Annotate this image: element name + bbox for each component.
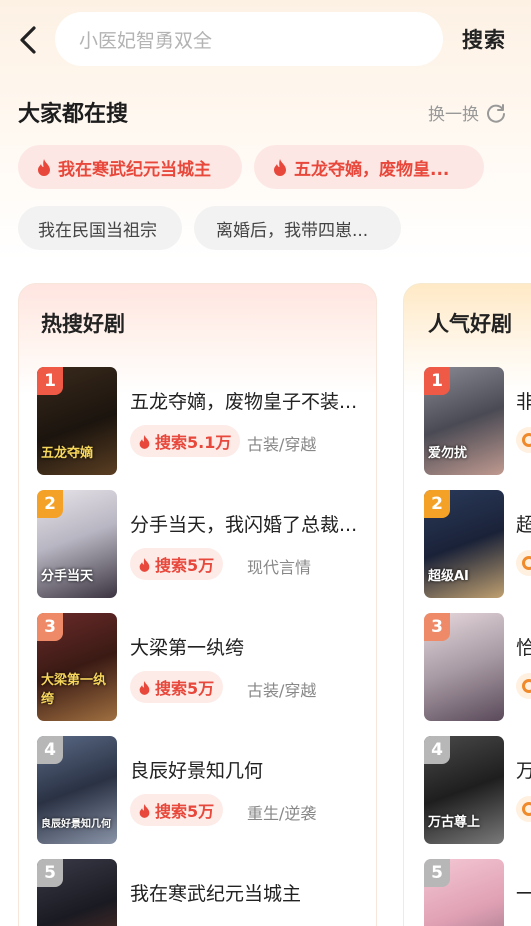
rank-badge: 1 xyxy=(37,367,63,395)
drama-poster: 我在 5 xyxy=(37,859,117,926)
rank-badge: 4 xyxy=(37,736,63,764)
search-count: 搜索5万 xyxy=(155,802,215,821)
drama-item[interactable]: 五龙夺嫡 1 五龙夺嫡，废物皇子不装... 搜索5.1万 古装/穿越 xyxy=(37,367,367,475)
drama-title: 良辰好景知几何 xyxy=(130,760,264,782)
popular-item[interactable]: 3 恰 xyxy=(424,613,531,721)
play-icon xyxy=(516,427,531,453)
drama-title: 万 xyxy=(516,756,531,783)
rank-badge: 5 xyxy=(424,859,450,887)
hot-chip-1[interactable]: 我在寒武纪元当城主 xyxy=(18,145,242,189)
popular-item[interactable]: 5 一 xyxy=(424,859,531,926)
search-chip-3[interactable]: 我在民国当祖宗 xyxy=(18,206,182,250)
drama-title: 大梁第一纨绔 xyxy=(130,637,245,659)
drama-title: 超 xyxy=(516,510,531,537)
refresh-button[interactable]: 换一换 xyxy=(428,100,507,125)
drama-title: 非 xyxy=(516,387,531,414)
drama-poster: 3 xyxy=(424,613,504,721)
rank-badge: 4 xyxy=(424,736,450,764)
drama-title: 一 xyxy=(516,879,531,906)
drama-poster: 超级AI 2 xyxy=(424,490,504,598)
drama-poster: 5 xyxy=(424,859,504,926)
search-count: 搜索5万 xyxy=(155,679,215,698)
popular-dramas-card: 人气好剧 爱勿扰 1 非 超级AI 2 超 3 恰 万古尊上 4 万 xyxy=(403,283,531,926)
drama-poster: 大梁第一纨绔 3 xyxy=(37,613,117,721)
drama-genre: 现代言情 xyxy=(247,558,312,577)
play-icon xyxy=(516,796,531,822)
fire-icon xyxy=(274,159,286,176)
search-count-badge: 搜索5万 xyxy=(130,794,224,826)
hot-chip-2[interactable]: 五龙夺嫡，废物皇... xyxy=(254,145,484,189)
drama-poster: 万古尊上 4 xyxy=(424,736,504,844)
search-count-badge: 搜索5万 xyxy=(130,548,224,580)
search-chip-4[interactable]: 离婚后，我带四崽... xyxy=(194,206,401,250)
rank-badge: 5 xyxy=(37,859,63,887)
rank-badge: 3 xyxy=(424,613,450,641)
drama-genre: 古装/穿越 xyxy=(247,681,317,700)
rank-badge: 1 xyxy=(424,367,450,395)
poster-caption: 爱勿扰 xyxy=(428,446,468,461)
hot-dramas-card: 热搜好剧 五龙夺嫡 1 五龙夺嫡，废物皇子不装... 搜索5.1万 古装/穿越 … xyxy=(18,283,377,926)
hot-search-title: 大家都在搜 xyxy=(18,102,129,127)
drama-item[interactable]: 良辰好景知几何 4 良辰好景知几何 搜索5万 重生/逆袭 xyxy=(37,736,367,844)
play-icon xyxy=(516,550,531,576)
rank-badge: 2 xyxy=(37,490,63,518)
drama-title: 分手当天，我闪婚了总裁... xyxy=(130,514,358,536)
poster-caption: 分手当天 xyxy=(41,569,94,584)
fire-icon xyxy=(139,680,150,695)
poster-caption: 万古尊上 xyxy=(428,815,481,830)
rank-badge: 2 xyxy=(424,490,450,518)
search-placeholder: 小医妃智勇双全 xyxy=(79,29,213,52)
popular-item[interactable]: 万古尊上 4 万 xyxy=(424,736,531,844)
refresh-icon xyxy=(487,103,505,123)
search-count-badge: 搜索5万 xyxy=(130,671,224,703)
drama-title: 我在寒武纪元当城主 xyxy=(130,883,302,905)
back-button[interactable] xyxy=(14,22,44,58)
popular-item[interactable]: 超级AI 2 超 xyxy=(424,490,531,598)
poster-caption: 大梁第一纨绔 xyxy=(41,673,107,707)
fire-icon xyxy=(139,434,150,449)
play-icon xyxy=(516,673,531,699)
drama-item[interactable]: 大梁第一纨绔 3 大梁第一纨绔 搜索5万 古装/穿越 xyxy=(37,613,367,721)
drama-item[interactable]: 我在 5 我在寒武纪元当城主 xyxy=(37,859,367,926)
popular-item[interactable]: 爱勿扰 1 非 xyxy=(424,367,531,475)
drama-item[interactable]: 分手当天 2 分手当天，我闪婚了总裁... 搜索5万 现代言情 xyxy=(37,490,367,598)
rank-badge: 3 xyxy=(37,613,63,641)
poster-caption: 良辰好景知几何 xyxy=(41,819,111,830)
drama-title: 恰 xyxy=(516,633,531,660)
fire-icon xyxy=(139,557,150,572)
drama-poster: 良辰好景知几何 4 xyxy=(37,736,117,844)
search-chip-label: 我在民国当祖宗 xyxy=(38,220,157,241)
drama-genre: 古装/穿越 xyxy=(247,435,317,454)
popular-dramas-title: 人气好剧 xyxy=(428,312,512,336)
fire-icon xyxy=(38,159,50,176)
search-button[interactable]: 搜索 xyxy=(462,24,506,54)
back-arrow-icon xyxy=(20,26,36,54)
drama-genre: 重生/逆袭 xyxy=(247,804,317,823)
search-count-badge: 搜索5.1万 xyxy=(130,425,241,457)
poster-caption: 超级AI xyxy=(428,569,469,584)
hot-chip-label: 五龙夺嫡，废物皇... xyxy=(294,159,450,180)
drama-title: 五龙夺嫡，废物皇子不装... xyxy=(130,391,358,413)
search-count: 搜索5.1万 xyxy=(155,433,232,452)
search-count: 搜索5万 xyxy=(155,556,215,575)
refresh-label: 换一换 xyxy=(428,105,479,125)
search-chip-label: 离婚后，我带四崽... xyxy=(216,220,369,241)
hot-chip-label: 我在寒武纪元当城主 xyxy=(58,159,211,180)
drama-poster: 分手当天 2 xyxy=(37,490,117,598)
poster-caption: 五龙夺嫡 xyxy=(41,446,94,461)
hot-dramas-title: 热搜好剧 xyxy=(41,312,125,336)
top-bar: 小医妃智勇双全 搜索 xyxy=(0,0,531,80)
search-input[interactable]: 小医妃智勇双全 xyxy=(55,12,443,66)
drama-poster: 五龙夺嫡 1 xyxy=(37,367,117,475)
fire-icon xyxy=(139,803,150,818)
drama-poster: 爱勿扰 1 xyxy=(424,367,504,475)
